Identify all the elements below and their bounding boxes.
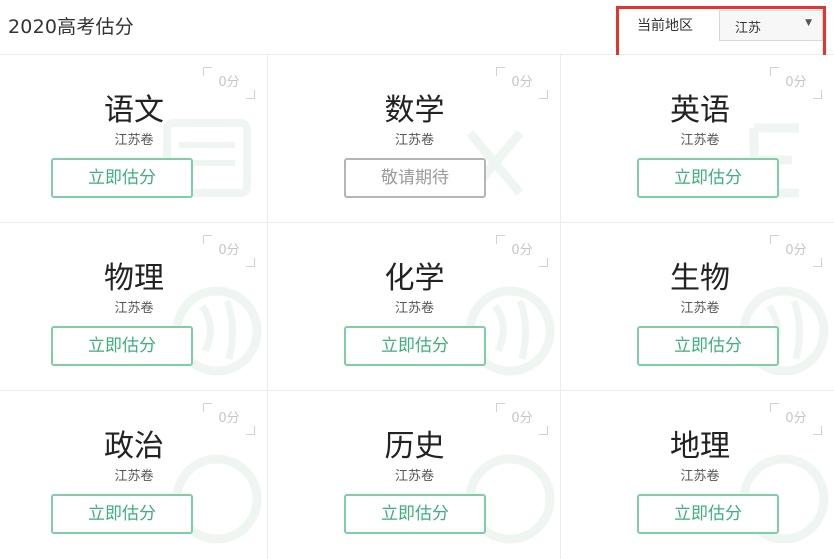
estimate-button[interactable]: 立即估分 (51, 494, 193, 534)
subject-name: 地理 (670, 429, 730, 464)
estimate-button[interactable]: 立即估分 (637, 158, 779, 198)
paper-label: 江苏卷 (680, 469, 720, 484)
estimate-button[interactable]: 立即估分 (637, 494, 779, 534)
paper-label: 江苏卷 (680, 301, 720, 316)
estimate-button[interactable]: 立即估分 (51, 158, 193, 198)
region-select-value: 江苏 (735, 21, 762, 36)
subject-grid: 0分 语文 江苏卷 立即估分 0分 数学 江苏卷 敬请期待 0分 英语 江苏卷 … (0, 55, 834, 559)
subject-card: 0分 数学 江苏卷 敬请期待 (268, 55, 561, 223)
paper-label: 江苏卷 (394, 301, 434, 316)
paper-label: 江苏卷 (114, 301, 154, 316)
page-title: 2020高考估分 (8, 16, 134, 38)
subject-name: 历史 (384, 429, 445, 464)
estimate-button[interactable]: 立即估分 (637, 326, 779, 366)
subject-card: 0分 语文 江苏卷 立即估分 (0, 55, 268, 223)
subject-name: 数学 (384, 93, 445, 128)
estimate-button[interactable]: 立即估分 (51, 326, 193, 366)
subject-name: 化学 (384, 261, 445, 296)
subject-card: 0分 地理 江苏卷 立即估分 (561, 391, 834, 559)
paper-label: 江苏卷 (114, 133, 154, 148)
subject-name: 英语 (670, 93, 730, 128)
subject-card: 0分 历史 江苏卷 立即估分 (268, 391, 561, 559)
caret-down-icon: ▼ (805, 18, 812, 28)
coming-soon-button[interactable]: 敬请期待 (344, 158, 486, 198)
paper-label: 江苏卷 (394, 133, 434, 148)
subject-name: 政治 (104, 429, 164, 464)
region-select[interactable]: 江苏 ▼ (719, 10, 823, 41)
region-label: 当前地区 (637, 18, 693, 34)
estimate-button[interactable]: 立即估分 (344, 494, 486, 534)
subject-name: 物理 (104, 261, 164, 296)
subject-name: 语文 (104, 93, 164, 128)
subject-card: 0分 政治 江苏卷 立即估分 (0, 391, 268, 559)
paper-label: 江苏卷 (680, 133, 720, 148)
subject-card: 0分 生物 江苏卷 立即估分 (561, 223, 834, 391)
header: 2020高考估分 当前地区 江苏 ▼ (0, 0, 834, 55)
paper-label: 江苏卷 (114, 469, 154, 484)
subject-card: 0分 化学 江苏卷 立即估分 (268, 223, 561, 391)
paper-label: 江苏卷 (394, 469, 434, 484)
subject-card: 0分 物理 江苏卷 立即估分 (0, 223, 268, 391)
subject-card: 0分 英语 江苏卷 立即估分 (561, 55, 834, 223)
subject-name: 生物 (670, 261, 730, 296)
estimate-button[interactable]: 立即估分 (344, 326, 486, 366)
